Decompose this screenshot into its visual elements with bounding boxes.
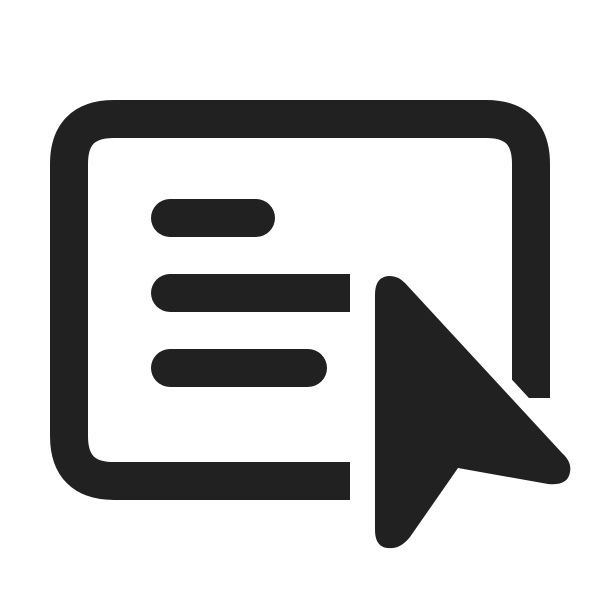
icon-canvas: [0, 0, 600, 600]
text-box-with-cursor-icon: [50, 100, 584, 562]
